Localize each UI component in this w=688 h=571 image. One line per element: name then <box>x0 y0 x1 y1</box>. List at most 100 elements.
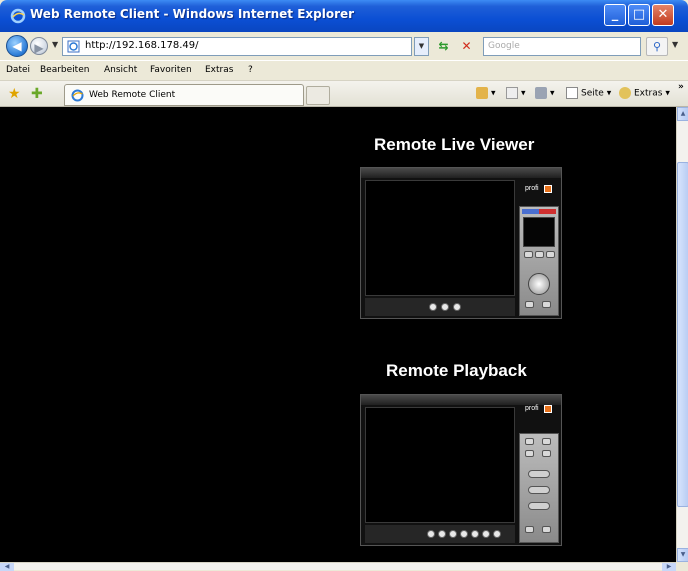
menu-bar: Datei Bearbeiten Ansicht Favoriten Extra… <box>0 60 688 80</box>
stop-icon[interactable]: ✕ <box>457 37 476 56</box>
menu-bearbeiten[interactable]: Bearbeiten <box>40 65 89 75</box>
playback-dot-icon <box>449 530 457 538</box>
playback-dot-icon <box>438 530 446 538</box>
vertical-scrollbar[interactable]: ▲ ▼ <box>676 107 688 562</box>
playback-title: Remote Playback <box>386 361 527 380</box>
tab-label: Web Remote Client <box>89 90 176 100</box>
control-button <box>525 450 534 457</box>
forward-button[interactable]: ▶ <box>30 37 48 55</box>
playback-control-icon <box>528 486 550 494</box>
control-panel <box>519 433 559 543</box>
page-icon <box>67 40 80 53</box>
horizontal-scrollbar[interactable]: ◀ ▶ <box>0 562 676 571</box>
ptz-dial-icon <box>528 273 550 295</box>
favorites-star-icon[interactable]: ★ <box>8 86 21 102</box>
page-menu-label: Seite <box>581 88 604 99</box>
page-content: Remote Live Viewer profi Remote Playback… <box>0 107 676 562</box>
ie-page-icon <box>71 89 84 102</box>
minimize-button[interactable]: _ <box>604 4 626 26</box>
address-text: http://192.168.178.49/ <box>85 40 199 51</box>
viewer-footer <box>365 298 515 316</box>
playback-dot-icon <box>453 303 461 311</box>
brand-label: profi <box>525 185 539 192</box>
tab-web-remote-client[interactable]: Web Remote Client <box>64 84 304 106</box>
channel-display <box>523 217 555 247</box>
close-button[interactable]: ✕ <box>652 4 674 26</box>
control-button <box>524 251 533 258</box>
gear-icon <box>619 87 631 99</box>
history-dropdown-icon[interactable]: ▼ <box>52 40 58 49</box>
playback-thumbnail[interactable]: profi <box>360 394 562 546</box>
window-titlebar[interactable]: Web Remote Client - Windows Internet Exp… <box>0 0 688 32</box>
menu-datei[interactable]: Datei <box>6 65 30 75</box>
search-icon: ⚲ <box>652 40 662 53</box>
video-screen <box>365 180 515 296</box>
back-button[interactable]: ◀ <box>6 35 28 57</box>
control-button <box>542 450 551 457</box>
page-menu-button[interactable]: Seite ▾ <box>566 87 611 99</box>
minimize-icon: _ <box>611 7 619 22</box>
menu-favoriten[interactable]: Favoriten <box>150 65 192 75</box>
brand-logo-icon <box>544 405 552 413</box>
home-button[interactable]: ▾ <box>476 87 496 99</box>
maximize-button[interactable]: □ <box>628 4 650 26</box>
playback-dot-icon <box>493 530 501 538</box>
live-viewer-title: Remote Live Viewer <box>374 135 535 154</box>
control-button <box>525 301 534 308</box>
forward-arrow-icon: ▶ <box>34 41 44 55</box>
menu-help[interactable]: ? <box>248 65 253 75</box>
feeds-button[interactable]: ▾ <box>506 87 526 99</box>
print-button[interactable]: ▾ <box>535 87 555 99</box>
ie-logo-icon <box>10 8 26 24</box>
menu-extras[interactable]: Extras <box>205 65 233 75</box>
viewer-header <box>361 168 561 178</box>
playback-dot-icon <box>427 530 435 538</box>
control-button <box>525 438 534 445</box>
scroll-down-icon[interactable]: ▼ <box>677 548 688 562</box>
control-panel <box>519 206 559 316</box>
control-button <box>546 251 555 258</box>
feed-icon <box>506 87 518 99</box>
back-arrow-icon: ◀ <box>12 39 22 53</box>
control-button <box>542 301 551 308</box>
address-bar[interactable]: http://192.168.178.49/ <box>62 37 412 56</box>
close-icon: ✕ <box>657 7 669 22</box>
add-favorite-icon[interactable]: ✚ <box>31 86 43 102</box>
page-doc-icon <box>566 87 578 99</box>
playback-dot-icon <box>460 530 468 538</box>
tools-menu-button[interactable]: Extras ▾ <box>619 87 670 99</box>
playback-control-icon <box>528 502 550 510</box>
search-input[interactable]: Google <box>483 37 641 56</box>
search-options-icon[interactable]: ▼ <box>672 40 678 49</box>
home-icon <box>476 87 488 99</box>
address-dropdown-button[interactable]: ▼ <box>414 37 429 56</box>
toolbar-overflow[interactable]: » <box>678 82 684 92</box>
brand-label: profi <box>525 405 539 412</box>
control-button <box>535 251 544 258</box>
playback-dot-icon <box>429 303 437 311</box>
scroll-up-icon[interactable]: ▲ <box>677 107 688 121</box>
mode-indicator <box>522 209 556 214</box>
tools-menu-label: Extras <box>634 88 663 99</box>
scroll-thumb[interactable] <box>677 162 688 507</box>
menu-ansicht[interactable]: Ansicht <box>104 65 137 75</box>
search-placeholder: Google <box>488 41 520 51</box>
control-button <box>542 438 551 445</box>
playback-dot-icon <box>482 530 490 538</box>
refresh-icon[interactable]: ⇆ <box>434 37 453 56</box>
tab-bar: ★ ✚ Web Remote Client ▾ ▾ ▾ Seite ▾ Extr… <box>0 80 688 107</box>
control-button <box>525 526 534 533</box>
live-viewer-thumbnail[interactable]: profi <box>360 167 562 319</box>
playback-dot-icon <box>471 530 479 538</box>
printer-icon <box>535 87 547 99</box>
playback-dot-icon <box>441 303 449 311</box>
control-button <box>542 526 551 533</box>
search-button[interactable]: ⚲ <box>646 37 668 56</box>
window-title: Web Remote Client - Windows Internet Exp… <box>30 7 355 21</box>
brand-logo-icon <box>544 185 552 193</box>
navigation-bar: ◀ ▶ ▼ http://192.168.178.49/ ▼ ⇆ ✕ Googl… <box>0 32 688 60</box>
new-tab-button[interactable] <box>306 86 330 105</box>
playback-control-icon <box>528 470 550 478</box>
maximize-icon: □ <box>632 7 646 22</box>
viewer-header <box>361 395 561 405</box>
